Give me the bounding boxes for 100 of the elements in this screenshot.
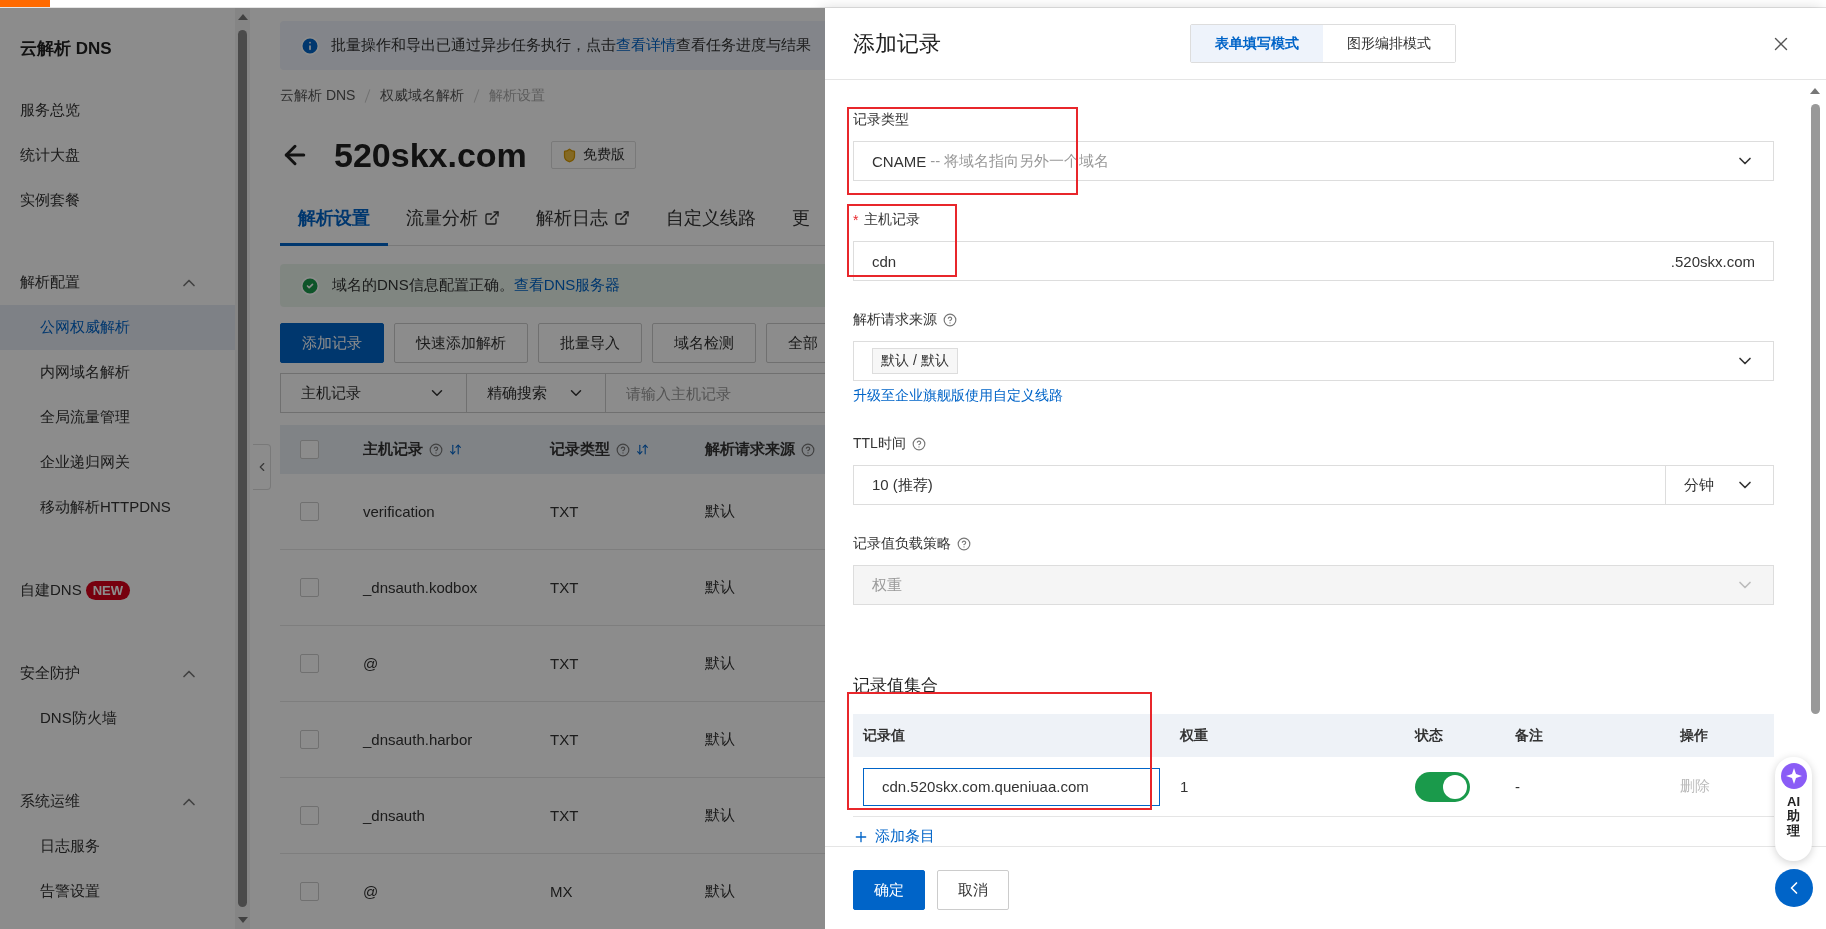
sidebar-item[interactable]: 公网权威解析	[0, 305, 235, 350]
sidebar-title: 云解析 DNS	[19, 37, 113, 60]
ttl-input[interactable]: 10 (推荐)	[853, 465, 1666, 505]
table-cell-text: TXT	[550, 807, 580, 824]
tab[interactable]: 更	[774, 206, 825, 246]
sort-icon[interactable]	[636, 443, 649, 456]
row-checkbox[interactable]	[300, 882, 319, 901]
table-cell-text: MX	[550, 883, 574, 900]
table-cell-text: -	[1515, 778, 1521, 795]
field-select[interactable]: 主机记录	[280, 373, 467, 413]
row-checkbox[interactable]	[300, 502, 319, 521]
table-cell-text: TXT	[550, 503, 580, 520]
info-text: 批量操作和导出已通过异步任务执行，点击查看详情查看任务进度与结果	[331, 36, 811, 55]
row-checkbox[interactable]	[300, 578, 319, 597]
sidebar-item[interactable]: 全局流量管理	[0, 395, 235, 440]
table-cell-text: TXT	[550, 655, 580, 672]
tab[interactable]: 流量分析	[388, 206, 518, 246]
action-button[interactable]: 批量导入	[538, 323, 642, 363]
sidebar-group-header[interactable]: 解析配置	[0, 260, 235, 305]
sidebar-item[interactable]: 日志服务	[0, 824, 235, 869]
sidebar-item-label: 自建DNS	[20, 581, 82, 600]
sidebar-group-title: 解析配置	[20, 273, 80, 292]
table-cell-text: _dnsauth.harbor	[363, 731, 474, 748]
add-entry-link[interactable]: 添加条目	[853, 827, 935, 846]
column-header: 备注	[1515, 726, 1544, 745]
table-cell-text: 默认	[705, 654, 736, 673]
info-icon	[300, 35, 320, 56]
success-text: 域名的DNS信息配置正确。查看DNS服务器	[332, 276, 621, 295]
sidebar-item-label: 统计大盘	[20, 146, 80, 165]
sidebar-item-label: 企业递归网关	[40, 453, 130, 472]
sidebar-item[interactable]: 统计大盘	[0, 133, 235, 178]
tab[interactable]: 解析日志	[518, 206, 648, 246]
breadcrumb-item[interactable]: 云解析 DNS	[280, 87, 356, 105]
sidebar-item-label: 实例套餐	[20, 191, 80, 210]
collapse-handle[interactable]	[253, 444, 271, 490]
sort-icon[interactable]	[449, 443, 462, 456]
row-checkbox[interactable]	[300, 654, 319, 673]
field-label: 记录类型	[853, 111, 909, 129]
sidebar-item[interactable]: 自建DNS NEW	[0, 568, 235, 613]
select-all-checkbox[interactable]	[300, 440, 319, 459]
scrollbar[interactable]	[235, 8, 250, 929]
table-cell-text: @	[363, 883, 380, 900]
sidebar-item[interactable]: 实例套餐	[0, 178, 235, 223]
sidebar-item-label: DNS防火墙	[40, 709, 117, 728]
column-header: 权重	[1180, 726, 1209, 745]
sparkle-icon	[1780, 763, 1807, 789]
tab[interactable]: 解析设置	[280, 206, 388, 246]
action-button[interactable]: 快速添加解析	[394, 323, 528, 363]
check-circle-icon	[300, 275, 320, 296]
column-header: 状态	[1415, 726, 1444, 745]
dns-servers-link[interactable]: 查看DNS服务器	[513, 276, 621, 293]
record-value-input[interactable]: cdn.520skx.com.queniuaa.com	[863, 767, 1160, 806]
source-select[interactable]: 默认 / 默认	[853, 341, 1774, 381]
field-label: 解析请求来源	[853, 311, 937, 329]
sidebar-item[interactable]: 企业递归网关	[0, 440, 235, 485]
new-badge: NEW	[85, 581, 130, 600]
table-cell-text: verification	[363, 503, 436, 520]
field-label: TTL时间	[853, 435, 906, 453]
assistant-button[interactable]: AI助理	[1775, 757, 1812, 861]
sidebar-item-label: 内网域名解析	[40, 363, 130, 382]
table-cell-text: 默认	[705, 806, 736, 825]
footer-button[interactable]: 确定	[853, 870, 925, 910]
sidebar-group-header[interactable]: 安全防护	[0, 651, 235, 696]
row-checkbox[interactable]	[300, 806, 319, 825]
action-button[interactable]: 添加记录	[280, 323, 384, 363]
tab[interactable]: 自定义线路	[648, 206, 774, 246]
sidebar-group-title: 系统运维	[20, 792, 80, 811]
sidebar-item-label: 日志服务	[40, 837, 100, 856]
footer-button[interactable]: 取消	[937, 870, 1009, 910]
column-header: 记录类型	[550, 440, 610, 459]
sidebar-item[interactable]: DNS防火墙	[0, 696, 235, 741]
table-cell-text: 1	[1180, 778, 1190, 795]
sidebar-item-label: 服务总览	[20, 101, 80, 120]
table-cell-text: @	[363, 655, 380, 672]
column-header: 主机记录	[363, 440, 423, 459]
status-toggle[interactable]	[1415, 771, 1470, 802]
plan-badge: 免费版	[550, 141, 636, 169]
action-button[interactable]: 全部	[766, 323, 825, 363]
breadcrumb-item[interactable]: 权威域名解析	[380, 87, 465, 105]
table-cell-text: 默认	[705, 502, 736, 521]
sidebar-group-header[interactable]: 系统运维	[0, 779, 235, 824]
table-cell-text: TXT	[550, 731, 580, 748]
required-mark: *	[853, 212, 859, 228]
sidebar-item[interactable]: 告警设置	[0, 869, 235, 914]
unit-select[interactable]: 分钟	[1666, 465, 1774, 505]
host-input[interactable]: cdn .520skx.com	[853, 241, 1774, 281]
sidebar-item[interactable]: 服务总览	[0, 88, 235, 133]
sidebar-item-label: 移动解析HTTPDNS	[40, 498, 171, 517]
upgrade-link[interactable]: 升级至企业旗舰版使用自定义线路	[853, 387, 1063, 405]
table-cell-text: 默认	[705, 882, 736, 901]
details-link[interactable]: 查看详情	[616, 36, 676, 53]
sidebar-item-label: 告警设置	[40, 882, 100, 901]
sidebar-item[interactable]: 移动解析HTTPDNS	[0, 485, 235, 530]
drawer-title: 添加记录	[853, 29, 942, 58]
action-button[interactable]: 域名检测	[652, 323, 756, 363]
sidebar-item[interactable]: 内网域名解析	[0, 350, 235, 395]
table-cell-text: TXT	[550, 579, 580, 596]
row-checkbox[interactable]	[300, 730, 319, 749]
mode-tab[interactable]: 表单填写模式	[1190, 25, 1323, 62]
domain-title: 520skx.com	[334, 135, 527, 175]
